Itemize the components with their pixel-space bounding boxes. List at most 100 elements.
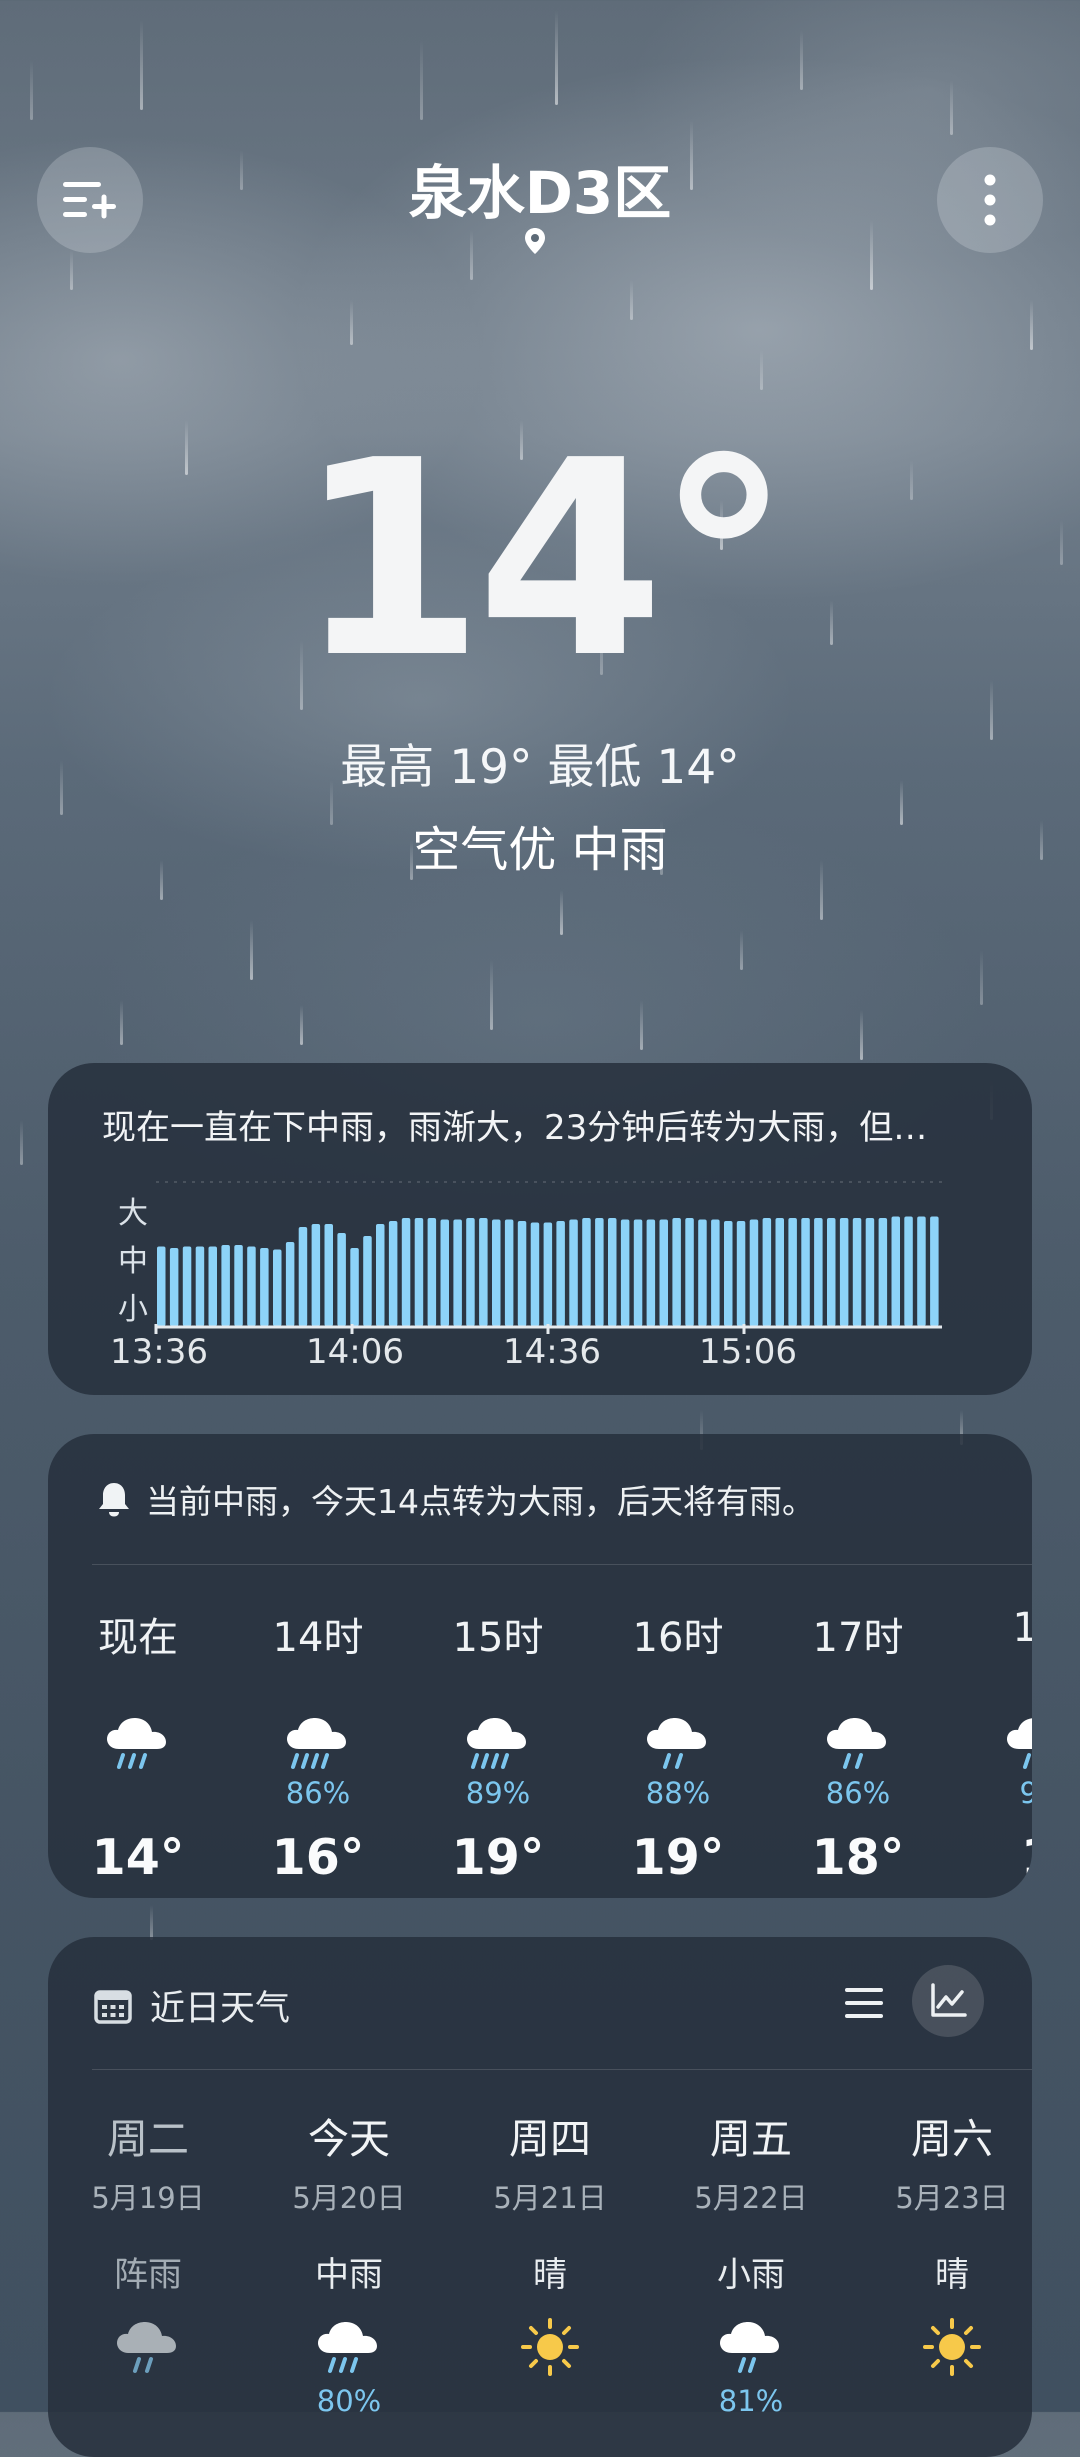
hour-prob [58,1773,218,1813]
day-date: 5月23日 [895,2181,1009,2215]
hour-temp: 14° [91,1829,185,1886]
light-rain-cloud-icon [651,2312,851,2382]
list-view-button[interactable] [836,1975,892,2031]
day-date: 5月19日 [91,2181,205,2215]
rain-cloud-icon [249,2312,449,2382]
hour-item-now[interactable]: 现在 14° [58,1605,218,1886]
rain-streak [860,1010,863,1060]
time-label-4: 15:06 [699,1332,797,1372]
air-quality-condition[interactable]: 空气优 中雨 [0,810,1080,880]
day-condition: 晴 [935,2255,969,2295]
day-name: 周五 [710,2115,792,2163]
day-condition: 中雨 [315,2255,383,2295]
precip-bar [569,1219,578,1326]
precip-bar [891,1216,900,1326]
day-item-thu[interactable]: 周四 5月21日 晴 [450,2105,650,2384]
precip-bar [479,1218,488,1326]
hourly-scroll[interactable]: 现在 14° 14时 86% 16° 15时 89% 19° 16时 88% 1… [48,1434,1032,1898]
hour-item-14[interactable]: 14时 86% 16° [238,1605,398,1886]
hour-item-16[interactable]: 16时 88% 19° [598,1605,758,1886]
precipitation-summary: 现在一直在下中雨，雨渐大，23分钟后转为大雨，但… [102,1108,928,1148]
shower-cloud-icon [48,2312,248,2382]
precip-bar [427,1218,437,1326]
rain-cloud-icon [598,1687,758,1773]
precip-bar [363,1236,372,1326]
precip-bar [234,1245,243,1326]
rain-streak [20,1120,23,1165]
high-low-temperature: 最高 19° 最低 14° [340,740,740,795]
hour-temp: 19° [451,1829,545,1886]
rain-streak [140,20,143,110]
hour-item-15[interactable]: 15时 89% 19° [418,1605,578,1886]
day-condition: 晴 [533,2255,567,2295]
rain-streak [350,300,353,345]
rain-streak [740,930,743,970]
rain-streak [760,350,763,390]
precip-bar [827,1218,836,1326]
hour-temp: 19° [631,1829,725,1886]
day-prob: 81% [718,2384,784,2418]
rain-streak [420,40,423,120]
line-chart-icon [931,1983,967,2017]
hour-item-17[interactable]: 17时 86% 18° [778,1605,938,1886]
precip-bar [801,1218,810,1326]
precip-bar [182,1246,192,1326]
precip-bar [672,1218,681,1326]
precip-bar [157,1246,166,1326]
precip-bar [556,1221,565,1326]
precip-bar [169,1248,179,1326]
hour-prob: 86% [825,1776,891,1810]
precip-bar [685,1218,694,1326]
precip-bar [904,1216,913,1326]
rain-streak [560,890,563,935]
rain-cloud-icon [58,1687,218,1773]
precip-bar [195,1246,205,1326]
rain-streak [470,230,473,280]
precip-bar [865,1218,875,1326]
precip-bar [788,1218,797,1326]
rain-streak [30,60,33,120]
day-name: 今天 [308,2115,390,2163]
precip-bar [917,1216,926,1326]
day-item-fri[interactable]: 周五 5月22日 小雨 81% [651,2105,851,2418]
rain-streak [950,80,953,135]
time-label-3: 14:36 [503,1332,601,1372]
precipitation-chart [154,1181,942,1334]
precip-bar [221,1245,230,1326]
sun-icon [450,2312,650,2382]
rain-streak [120,1000,123,1045]
precip-bar [530,1222,540,1326]
precip-bar [852,1218,862,1326]
precip-bar [749,1219,759,1326]
day-name: 周二 [107,2115,189,2163]
heavy-rain-cloud-icon [238,1687,398,1773]
precip-bar [839,1218,849,1326]
rain-cloud-icon [778,1687,938,1773]
precip-bar [247,1246,256,1326]
day-item-today[interactable]: 今天 5月20日 中雨 80% [249,2105,449,2418]
daily-divider [92,2069,1032,2070]
rain-streak [630,280,633,320]
precip-bar [376,1224,385,1326]
rain-streak [70,250,73,290]
chart-view-button[interactable] [912,1965,984,2037]
hour-prob: 88% [645,1776,711,1810]
time-label-2: 14:06 [306,1332,404,1372]
hour-temp: 1 [958,1829,1032,1886]
precip-bar [762,1218,772,1326]
day-item-tue[interactable]: 周二 5月19日 阵雨 [48,2105,248,2384]
day-date: 5月21日 [493,2181,607,2215]
hour-item-18[interactable]: 18 90 1 [958,1605,1032,1886]
daily-header: 近日天气 [94,1980,290,2031]
hour-label: 18 [1012,1605,1032,1651]
precip-bar [930,1216,939,1326]
calendar-icon [94,1989,132,2024]
precip-bar [608,1218,617,1326]
time-label-1: 13:36 [110,1332,208,1372]
rain-streak [980,950,983,1005]
rain-streak [870,220,873,290]
city-title[interactable]: 泉水D3区 [0,146,1080,230]
hour-label: 16时 [632,1615,724,1661]
precip-bar [401,1218,411,1326]
day-item-sat[interactable]: 周六 5月23日 晴 [852,2105,1052,2384]
